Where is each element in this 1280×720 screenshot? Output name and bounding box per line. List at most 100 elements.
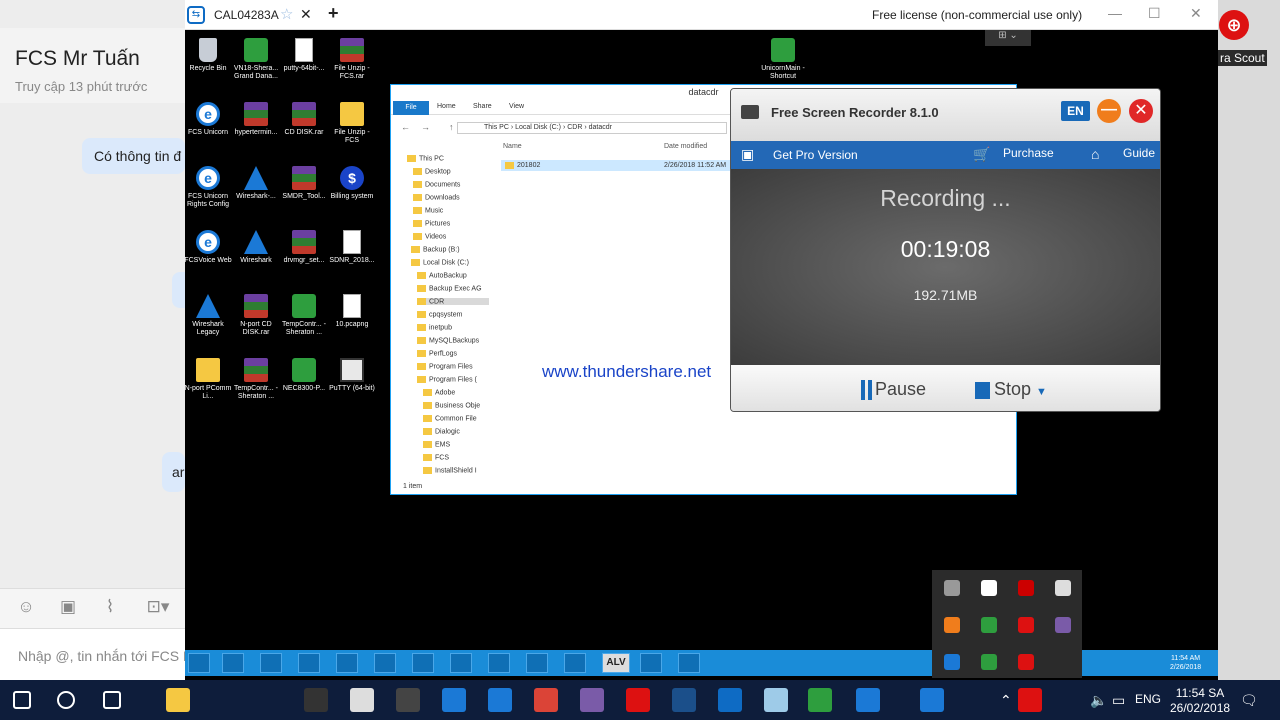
tree-item[interactable]: Program Files	[417, 363, 473, 370]
app-icon[interactable]	[944, 617, 960, 633]
attach-icon[interactable]: ⌇	[98, 597, 122, 617]
tree-item[interactable]: Business Obje	[423, 402, 480, 409]
teamviewer-icon[interactable]	[718, 688, 742, 712]
app-icon[interactable]	[678, 653, 700, 673]
desktop-icon[interactable]: PuTTY (64-bit)	[327, 358, 377, 393]
tree-item[interactable]: FCS	[423, 454, 449, 461]
bluetooth-icon[interactable]	[944, 654, 960, 670]
ribbon-tab-view[interactable]: View	[509, 103, 524, 110]
network-icon[interactable]: ▭	[1112, 692, 1125, 709]
desktop-icon[interactable]: putty-64bit-...	[279, 38, 329, 73]
task-view-icon[interactable]	[103, 691, 121, 709]
scout-app-icon[interactable]: ⊕	[1219, 10, 1249, 40]
clock-icon[interactable]	[488, 653, 510, 673]
image-icon[interactable]: ▣	[56, 597, 80, 617]
desktop-icon[interactable]: drvmgr_set...	[279, 230, 329, 265]
desktop-icon[interactable]: File Unzip - FCS	[327, 102, 377, 145]
new-tab-icon[interactable]: +	[328, 3, 339, 24]
start-icon[interactable]	[188, 653, 210, 673]
cloud-icon[interactable]	[944, 580, 960, 596]
server-manager-icon[interactable]	[222, 653, 244, 673]
paint-icon[interactable]	[350, 688, 374, 712]
minimize-button[interactable]: —	[1097, 99, 1121, 123]
ribbon-tab-share[interactable]: Share	[473, 103, 492, 110]
desktop-icon[interactable]: hypertermin...	[231, 102, 281, 137]
app-icon[interactable]	[488, 688, 512, 712]
ribbon-tab-home[interactable]: Home	[437, 103, 456, 110]
favorite-star-icon[interactable]: ☆	[280, 5, 293, 23]
tree-item[interactable]: Dialogic	[423, 428, 460, 435]
desktop-icon[interactable]: $ Billing system	[327, 166, 377, 201]
screenshot-icon[interactable]: ⊡▾	[140, 597, 176, 617]
tree-item[interactable]: CDR	[417, 298, 489, 306]
remote-clock[interactable]: 11:54 AM 2/26/2018	[1170, 654, 1201, 672]
desktop-icon[interactable]: VN18-Shera... Grand Dana...	[231, 38, 281, 81]
viber-icon[interactable]	[1055, 617, 1071, 633]
dropdown-arrow-icon[interactable]: ▼	[1036, 386, 1047, 398]
sticker-icon[interactable]: ☺	[14, 597, 38, 617]
desktop-icon[interactable]: TempContr... - Sheraton ...	[231, 358, 281, 401]
tree-item[interactable]: InstallShield I	[423, 467, 477, 474]
network-icon[interactable]	[450, 653, 472, 673]
list-item[interactable]: 201802 2/26/2018 11:52 AM	[501, 160, 736, 171]
desktop-icon[interactable]: e FCS Unicorn	[183, 102, 233, 137]
tree-item[interactable]: Videos	[413, 233, 446, 240]
desktop-icon[interactable]: Wireshark Legacy	[183, 294, 233, 337]
address-bar[interactable]: This PC › Local Disk (C:) › CDR › datacd…	[457, 122, 727, 134]
app-icon[interactable]	[1018, 654, 1034, 670]
tree-item[interactable]: This PC	[407, 155, 444, 162]
stop-button[interactable]: Stop ▼	[975, 379, 1047, 400]
ie-icon[interactable]	[412, 653, 434, 673]
windows-start-icon[interactable]	[13, 691, 31, 709]
viber-icon[interactable]	[580, 688, 604, 712]
notification-icon[interactable]: 🗨	[1240, 692, 1258, 709]
tree-item[interactable]: Backup (B:)	[411, 246, 460, 253]
language-indicator[interactable]: ENG	[1135, 692, 1161, 706]
app-icon[interactable]	[1018, 688, 1042, 712]
tree-item[interactable]: Downloads	[413, 194, 460, 201]
explorer-icon[interactable]	[298, 653, 320, 673]
people-icon[interactable]	[960, 688, 984, 712]
desktop-icon[interactable]: 10.pcapng	[327, 294, 377, 329]
powershell-icon[interactable]	[260, 653, 282, 673]
pause-button[interactable]: Pause	[861, 379, 926, 401]
excel-icon[interactable]	[808, 688, 832, 712]
tree-item[interactable]: Common File	[423, 415, 477, 422]
chevron-up-icon[interactable]: ⌃	[1000, 692, 1012, 709]
desktop-icon[interactable]: e FCS Unicorn Rights Config	[183, 166, 233, 209]
minimize-icon[interactable]: —	[1108, 5, 1122, 21]
close-button[interactable]: ✕	[1129, 99, 1153, 123]
host-clock[interactable]: 11:54 SA 26/02/2018	[1170, 686, 1230, 716]
app-icon[interactable]	[1018, 580, 1034, 596]
browser-icon[interactable]	[526, 653, 548, 673]
close-icon[interactable]: ✕	[1190, 5, 1202, 22]
purchase-link[interactable]: Purchase	[1003, 146, 1054, 160]
guide-link[interactable]: Guide	[1123, 146, 1155, 160]
help-icon[interactable]	[920, 688, 944, 712]
forward-icon[interactable]: →	[421, 122, 430, 132]
tree-item[interactable]: inetpub	[417, 324, 452, 331]
desktop-icon[interactable]: SMDR_Tool...	[279, 166, 329, 201]
file-explorer-icon[interactable]	[166, 688, 190, 712]
desktop-icon[interactable]: N-port PComm Li...	[183, 358, 233, 401]
language-button[interactable]: EN	[1061, 101, 1090, 121]
app-icon[interactable]	[396, 688, 420, 712]
volume-icon[interactable]: 🔈	[1090, 692, 1107, 709]
tree-item[interactable]: Pictures	[413, 220, 450, 227]
maximize-icon[interactable]: ☐	[1148, 5, 1161, 22]
tree-item[interactable]: Desktop	[413, 168, 451, 175]
tree-item[interactable]: Backup Exec AG	[417, 285, 482, 292]
desktop-icon[interactable]: Wireshark	[231, 230, 281, 265]
app-icon[interactable]	[1055, 580, 1071, 596]
desktop-icon[interactable]: File Unzip - FCS.rar	[327, 38, 377, 81]
column-date[interactable]: Date modified	[664, 143, 707, 150]
shield-icon[interactable]	[981, 617, 997, 633]
chat-message[interactable]: Có thông tin đ	[82, 138, 185, 174]
photoshop-icon[interactable]	[672, 688, 696, 712]
desktop-icon[interactable]: NEC8300-P...	[279, 358, 329, 393]
close-tab-icon[interactable]: ✕	[300, 6, 312, 23]
tree-item[interactable]: Documents	[413, 181, 460, 188]
desktop-icon[interactable]: TempContr... - Sheraton ...	[279, 294, 329, 337]
tree-item[interactable]: cpqsystem	[417, 311, 462, 318]
alv-button[interactable]: ALV	[602, 653, 630, 673]
